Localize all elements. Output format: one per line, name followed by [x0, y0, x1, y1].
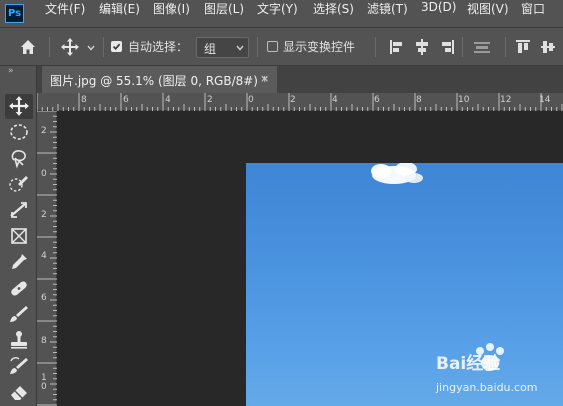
tool-frame[interactable]: [5, 224, 33, 249]
ruler-v-label: 0: [41, 169, 47, 179]
collapse-panel-icon[interactable]: »: [8, 66, 14, 76]
tool-crop[interactable]: [5, 198, 33, 223]
photoshop-logo: Ps: [5, 4, 24, 23]
ruler-h-label: 2: [207, 95, 213, 105]
tool-healing-brush[interactable]: [5, 276, 33, 301]
auto-select-checkbox[interactable]: [111, 41, 122, 52]
menu-3d[interactable]: 3D(D): [421, 0, 456, 27]
document-image[interactable]: Bai经验 jingyan.baidu.com: [246, 163, 563, 406]
ruler-h-label: 12: [500, 95, 512, 105]
marquee-icon: [10, 124, 28, 140]
ruler-v-label: 4: [41, 251, 47, 261]
watermark-url: jingyan.baidu.com: [436, 381, 538, 394]
crop-icon: [10, 202, 27, 218]
ruler-v-label: 8: [41, 336, 47, 346]
chevron-down-icon: [236, 45, 244, 51]
align-middle-icon[interactable]: [540, 38, 556, 56]
show-transform-checkbox[interactable]: [267, 41, 278, 52]
ruler-h-label: 10: [458, 95, 470, 105]
menu-view[interactable]: 视图(V): [467, 0, 509, 27]
eraser-icon: [11, 386, 27, 400]
watermark-brand: Bai经验: [436, 354, 501, 374]
tool-brush[interactable]: [5, 302, 33, 327]
ruler-h-label: 8: [416, 95, 422, 105]
close-icon[interactable]: ×: [260, 72, 269, 85]
menu-file[interactable]: 文件(F): [45, 0, 85, 27]
ruler-h-label: 14: [539, 95, 551, 105]
lasso-icon: [11, 150, 26, 169]
menu-bar: Ps 文件(F) 编辑(E) 图像(I) 图层(L) 文字(Y) 选择(S) 滤…: [0, 0, 563, 27]
auto-select-target-value: 组: [204, 42, 217, 56]
ruler-h-label: 2: [290, 95, 296, 105]
ruler-v-label: 0: [41, 382, 47, 392]
align-top-icon[interactable]: [515, 38, 531, 56]
chevron-down-icon: [87, 45, 95, 51]
quick-select-icon: [9, 176, 28, 192]
tool-eraser[interactable]: [5, 380, 33, 405]
tool-quick-select[interactable]: [5, 172, 33, 197]
show-transform-label: 显示变换控件: [283, 40, 356, 54]
vertical-ruler: 2 0 2 4 6 8 1 0: [37, 111, 57, 406]
menu-image[interactable]: 图像(I): [153, 0, 190, 27]
home-icon: [21, 40, 35, 54]
stamp-icon: [11, 331, 27, 349]
tool-move[interactable]: [5, 94, 33, 119]
ruler-v-label: 6: [41, 293, 47, 303]
tool-preset-picker[interactable]: [60, 37, 100, 57]
ruler-v-label: 2: [41, 210, 47, 220]
document-tab-title: 图片.jpg @ 55.1% (图层 0, RGB/8#) *: [50, 74, 268, 88]
align-right-icon[interactable]: [440, 38, 456, 56]
menu-edit[interactable]: 编辑(E): [99, 0, 140, 27]
healing-icon: [11, 281, 27, 296]
menu-filter[interactable]: 滤镜(T): [367, 0, 408, 27]
canvas-area[interactable]: Bai经验 jingyan.baidu.com: [57, 111, 563, 406]
align-left-icon[interactable]: [388, 38, 404, 56]
brush-icon: [10, 306, 28, 322]
document-tab[interactable]: 图片.jpg @ 55.1% (图层 0, RGB/8#) * ×: [42, 66, 277, 93]
frame-icon: [11, 228, 27, 244]
menu-select[interactable]: 选择(S): [313, 0, 354, 27]
tool-clone-stamp[interactable]: [5, 328, 33, 353]
eyedropper-icon: [12, 254, 27, 269]
auto-select-target-dropdown[interactable]: 组: [196, 37, 249, 58]
auto-select-label: 自动选择：: [128, 40, 189, 54]
move-icon: [61, 38, 79, 56]
distribute-icon[interactable]: [472, 38, 492, 56]
ruler-v-label: 2: [41, 126, 47, 136]
history-brush-icon: [10, 357, 28, 374]
tool-marquee[interactable]: [5, 120, 33, 145]
tool-lasso[interactable]: [5, 146, 33, 171]
menu-layer[interactable]: 图层(L): [204, 0, 244, 27]
move-icon: [9, 96, 29, 116]
horizontal-ruler: 8 6 4 2 0 2 4 6 8 10 12 14: [37, 93, 563, 111]
tool-history-brush[interactable]: [5, 354, 33, 379]
ruler-h-label: 8: [81, 95, 87, 105]
baidu-watermark: Bai经验 jingyan.baidu.com: [432, 341, 563, 403]
horizontal-ruler-ticks: [37, 93, 563, 111]
vertical-ruler-ticks: [37, 111, 57, 406]
ruler-h-label: 0: [248, 95, 254, 105]
ruler-h-label: 6: [123, 95, 129, 105]
checkmark-icon: [112, 43, 121, 51]
document-tab-bar: 图片.jpg @ 55.1% (图层 0, RGB/8#) * ×: [0, 66, 563, 93]
ruler-h-label: 4: [165, 95, 171, 105]
align-center-icon[interactable]: [414, 38, 430, 56]
ruler-h-label: 4: [332, 95, 338, 105]
menu-window[interactable]: 窗口: [521, 0, 545, 27]
tools-panel: »: [0, 66, 37, 406]
options-bar: 自动选择： 组 显示变换控件: [0, 27, 563, 66]
ruler-h-label: 6: [374, 95, 380, 105]
tool-eyedropper[interactable]: [5, 250, 33, 275]
home-button[interactable]: [18, 38, 38, 56]
menu-type[interactable]: 文字(Y): [257, 0, 298, 27]
